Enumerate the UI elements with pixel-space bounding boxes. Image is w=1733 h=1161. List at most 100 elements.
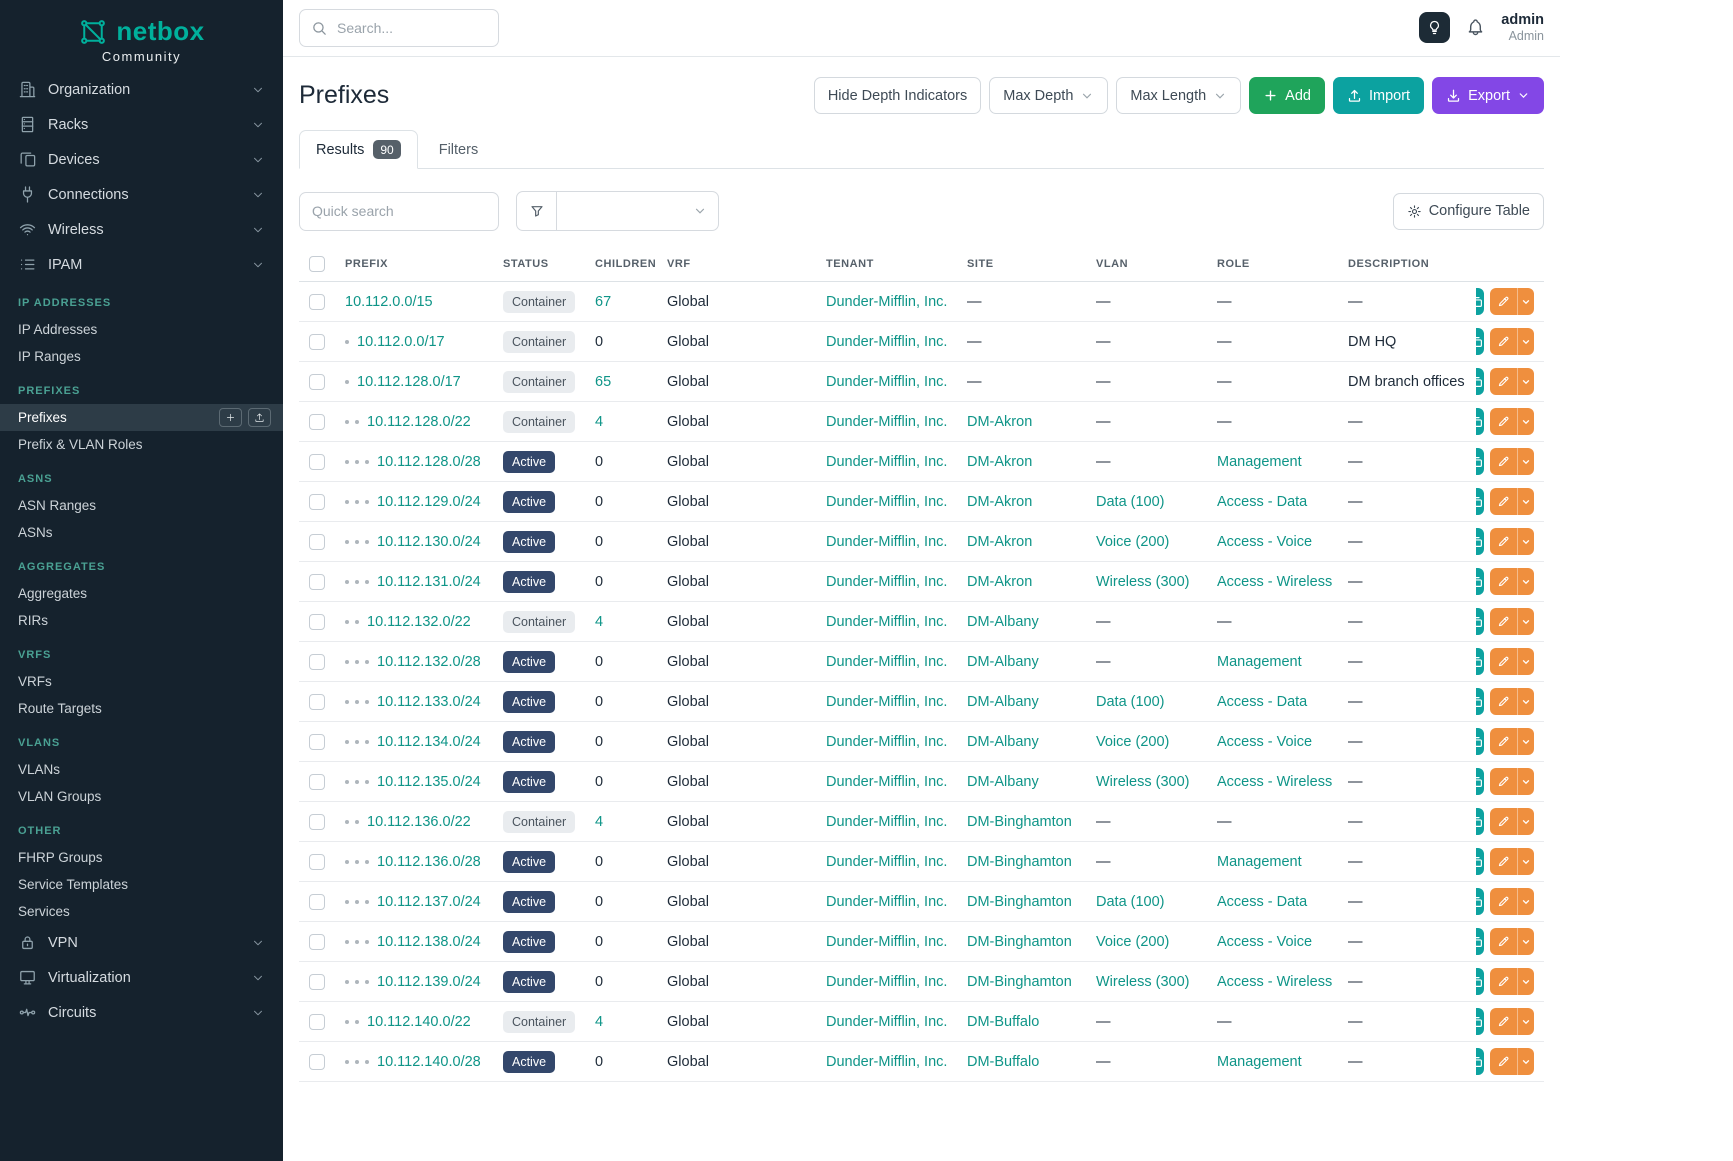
tenant-link[interactable]: Dunder-Mifflin, Inc. — [826, 734, 947, 750]
site-link[interactable]: DM-Buffalo — [967, 1054, 1039, 1070]
copy-button[interactable] — [1476, 528, 1484, 555]
copy-button[interactable] — [1476, 328, 1484, 355]
edit-button[interactable] — [1490, 768, 1517, 795]
copy-button[interactable] — [1476, 848, 1484, 875]
edit-dropdown-button[interactable] — [1517, 768, 1534, 795]
tenant-link[interactable]: Dunder-Mifflin, Inc. — [826, 1054, 947, 1070]
edit-button[interactable] — [1490, 328, 1517, 355]
edit-dropdown-button[interactable] — [1517, 368, 1534, 395]
tenant-link[interactable]: Dunder-Mifflin, Inc. — [826, 814, 947, 830]
row-checkbox[interactable] — [309, 854, 325, 870]
vlan-link[interactable]: Wireless (300) — [1096, 574, 1189, 590]
max-depth-dropdown[interactable]: Max Depth — [989, 77, 1108, 114]
edit-dropdown-button[interactable] — [1517, 848, 1534, 875]
vlan-link[interactable]: Voice (200) — [1096, 534, 1169, 550]
role-link[interactable]: Management — [1217, 454, 1302, 470]
vlan-link[interactable]: Data (100) — [1096, 694, 1165, 710]
global-search-input[interactable] — [337, 20, 487, 36]
edit-dropdown-button[interactable] — [1517, 928, 1534, 955]
edit-dropdown-button[interactable] — [1517, 888, 1534, 915]
sidebar-item-vrfs[interactable]: VRFs — [0, 668, 283, 695]
prefix-link[interactable]: 10.112.138.0/24 — [377, 934, 481, 950]
site-link[interactable]: DM-Binghamton — [967, 894, 1072, 910]
vlan-link[interactable]: Data (100) — [1096, 494, 1165, 510]
notifications-button[interactable] — [1465, 17, 1486, 38]
tenant-link[interactable]: Dunder-Mifflin, Inc. — [826, 374, 947, 390]
prefix-link[interactable]: 10.112.130.0/24 — [377, 534, 481, 550]
site-link[interactable]: DM-Binghamton — [967, 934, 1072, 950]
role-link[interactable]: Access - Wireless — [1217, 974, 1332, 990]
prefix-link[interactable]: 10.112.140.0/28 — [377, 1054, 481, 1070]
hide-depth-indicators-button[interactable]: Hide Depth Indicators — [814, 77, 981, 114]
copy-button[interactable] — [1476, 728, 1484, 755]
edit-button[interactable] — [1490, 648, 1517, 675]
tenant-link[interactable]: Dunder-Mifflin, Inc. — [826, 294, 947, 310]
edit-dropdown-button[interactable] — [1517, 688, 1534, 715]
site-link[interactable]: DM-Akron — [967, 494, 1032, 510]
tenant-link[interactable]: Dunder-Mifflin, Inc. — [826, 494, 947, 510]
prefix-link[interactable]: 10.112.128.0/28 — [377, 454, 481, 470]
site-link[interactable]: DM-Akron — [967, 454, 1032, 470]
sidebar-item-prefix-vlan-roles[interactable]: Prefix & VLAN Roles — [0, 431, 283, 458]
prefix-link[interactable]: 10.112.140.0/22 — [367, 1014, 471, 1030]
prefix-link[interactable]: 10.112.0.0/15 — [345, 294, 433, 310]
prefix-link[interactable]: 10.112.128.0/22 — [367, 414, 471, 430]
copy-button[interactable] — [1476, 688, 1484, 715]
sidebar-item-fhrp-groups[interactable]: FHRP Groups — [0, 844, 283, 871]
children-cell[interactable]: 4 — [595, 414, 603, 430]
edit-button[interactable] — [1490, 728, 1517, 755]
tenant-link[interactable]: Dunder-Mifflin, Inc. — [826, 974, 947, 990]
role-link[interactable]: Access - Data — [1217, 894, 1307, 910]
edit-button[interactable] — [1490, 1048, 1517, 1075]
prefix-link[interactable]: 10.112.129.0/24 — [377, 494, 481, 510]
sidebar-add-prefix-button[interactable] — [219, 408, 242, 427]
row-checkbox[interactable] — [309, 694, 325, 710]
edit-dropdown-button[interactable] — [1517, 1048, 1534, 1075]
tenant-link[interactable]: Dunder-Mifflin, Inc. — [826, 934, 947, 950]
row-checkbox[interactable] — [309, 494, 325, 510]
edit-dropdown-button[interactable] — [1517, 608, 1534, 635]
site-link[interactable]: DM-Albany — [967, 734, 1039, 750]
row-checkbox[interactable] — [309, 1014, 325, 1030]
role-link[interactable]: Management — [1217, 1054, 1302, 1070]
edit-dropdown-button[interactable] — [1517, 1008, 1534, 1035]
prefix-link[interactable]: 10.112.135.0/24 — [377, 774, 481, 790]
brand[interactable]: netbox Community — [0, 0, 283, 72]
row-checkbox[interactable] — [309, 774, 325, 790]
prefix-link[interactable]: 10.112.134.0/24 — [377, 734, 481, 750]
row-checkbox[interactable] — [309, 974, 325, 990]
copy-button[interactable] — [1476, 968, 1484, 995]
row-checkbox[interactable] — [309, 894, 325, 910]
role-link[interactable]: Access - Voice — [1217, 734, 1312, 750]
quick-search-input[interactable] — [299, 192, 499, 231]
row-checkbox[interactable] — [309, 574, 325, 590]
site-link[interactable]: DM-Binghamton — [967, 854, 1072, 870]
column-header-vrf[interactable]: VRF — [657, 247, 816, 282]
tenant-link[interactable]: Dunder-Mifflin, Inc. — [826, 894, 947, 910]
sidebar-item-circuits[interactable]: Circuits — [0, 995, 283, 1030]
edit-dropdown-button[interactable] — [1517, 328, 1534, 355]
row-checkbox[interactable] — [309, 734, 325, 750]
column-header-prefix[interactable]: PREFIX — [335, 247, 493, 282]
tenant-link[interactable]: Dunder-Mifflin, Inc. — [826, 694, 947, 710]
saved-filter-select[interactable] — [557, 191, 719, 231]
tenant-link[interactable]: Dunder-Mifflin, Inc. — [826, 1014, 947, 1030]
column-header-role[interactable]: ROLE — [1207, 247, 1338, 282]
filter-button[interactable] — [516, 191, 557, 231]
role-link[interactable]: Access - Data — [1217, 694, 1307, 710]
edit-button[interactable] — [1490, 808, 1517, 835]
sidebar-item-ipam[interactable]: IPAM — [0, 247, 283, 282]
sidebar-item-prefixes[interactable]: Prefixes — [0, 404, 283, 431]
copy-button[interactable] — [1476, 1008, 1484, 1035]
children-cell[interactable]: 4 — [595, 614, 603, 630]
sidebar-item-aggregates[interactable]: Aggregates — [0, 580, 283, 607]
role-link[interactable]: Access - Voice — [1217, 934, 1312, 950]
copy-button[interactable] — [1476, 288, 1484, 315]
row-checkbox[interactable] — [309, 374, 325, 390]
edit-dropdown-button[interactable] — [1517, 288, 1534, 315]
sidebar-item-devices[interactable]: Devices — [0, 142, 283, 177]
copy-button[interactable] — [1476, 928, 1484, 955]
add-button[interactable]: Add — [1249, 77, 1325, 114]
site-link[interactable]: DM-Akron — [967, 414, 1032, 430]
site-link[interactable]: DM-Albany — [967, 614, 1039, 630]
